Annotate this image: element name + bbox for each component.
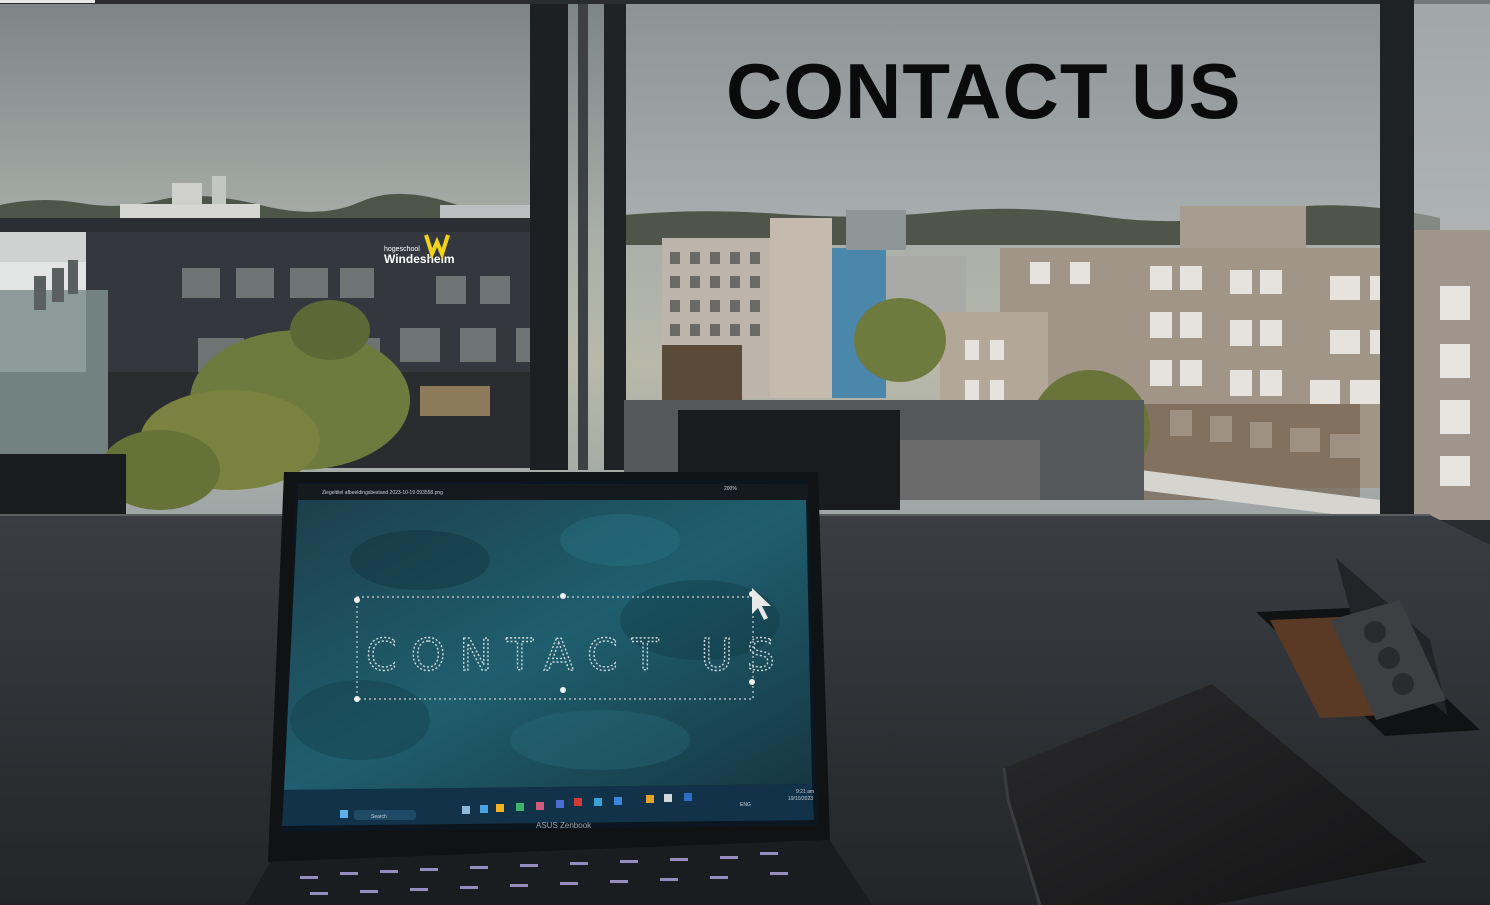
taskbar-time: 9:21 am xyxy=(796,789,814,795)
laptop-brand: ASUS Zenbook xyxy=(536,821,592,830)
shopfront-lights xyxy=(662,345,742,400)
taskbar-language: ENG xyxy=(740,802,751,808)
screen-contact-text: CONTACT US xyxy=(366,630,789,681)
socket-icon xyxy=(1364,621,1386,643)
glass-balcony xyxy=(0,290,108,460)
chair-back xyxy=(0,454,126,520)
window-mullion xyxy=(530,0,568,470)
shop-window xyxy=(420,386,490,416)
taskbar-search-label: Search xyxy=(371,814,387,820)
page-title: CONTACT US xyxy=(726,47,1242,135)
photo-scene: hogeschool Windesheim Ziegeltitel afbeel… xyxy=(0,0,1490,905)
laptop: Ziegeltitel afbeeldingsbestand 2023-10-1… xyxy=(246,472,872,905)
taskbar-date: 19/10/2023 xyxy=(788,796,813,802)
window-mullion xyxy=(1380,0,1414,520)
screen-file-title: Ziegeltitel afbeeldingsbestand 2023-10-1… xyxy=(322,490,443,496)
windows-start-icon xyxy=(340,810,348,818)
socket-icon xyxy=(1378,647,1400,669)
building-roofline xyxy=(0,218,540,232)
window-mullion xyxy=(604,0,626,470)
screen-zoom: 200% xyxy=(724,486,737,492)
window-top-frame xyxy=(0,0,1490,4)
distant-building xyxy=(172,183,202,205)
socket-icon xyxy=(1392,673,1414,695)
distant-tower xyxy=(212,176,226,204)
